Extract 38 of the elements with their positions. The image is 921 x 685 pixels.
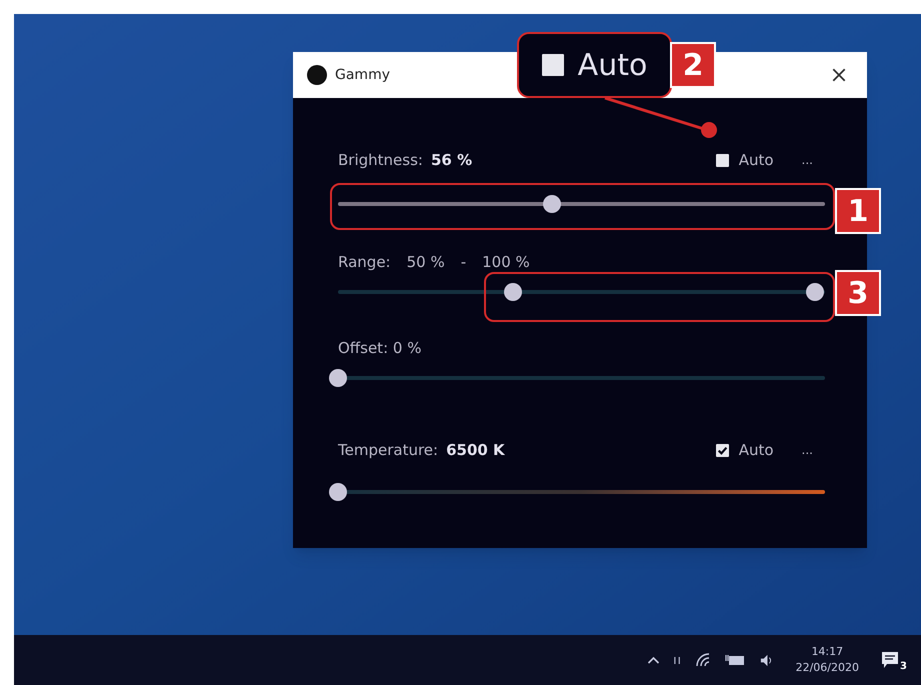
input-indicator-icon[interactable] bbox=[674, 656, 681, 664]
more-button[interactable]: ... bbox=[802, 151, 813, 169]
slider-thumb[interactable] bbox=[329, 483, 347, 501]
app-logo-icon bbox=[307, 65, 327, 85]
notification-button[interactable]: 3 bbox=[881, 648, 907, 672]
message-icon bbox=[881, 651, 899, 669]
temperature-label: Temperature: bbox=[338, 440, 438, 461]
slider-thumb[interactable] bbox=[806, 283, 824, 301]
brightness-value: 56 % bbox=[430, 150, 472, 171]
auto-label: Auto bbox=[578, 46, 648, 84]
notification-count: 3 bbox=[900, 660, 907, 674]
clock-date[interactable]: 22/06/2020 bbox=[796, 660, 859, 676]
auto-label: Auto bbox=[738, 150, 774, 171]
slider-thumb[interactable] bbox=[504, 283, 522, 301]
close-icon[interactable] bbox=[831, 67, 847, 83]
range-separator: - bbox=[460, 252, 466, 273]
checkbox[interactable] bbox=[542, 54, 564, 76]
chevron-up-icon[interactable] bbox=[646, 656, 660, 664]
callout-number: 2 bbox=[670, 42, 716, 88]
checkbox[interactable] bbox=[716, 444, 729, 456]
slider-thumb[interactable] bbox=[543, 195, 562, 213]
wifi-icon[interactable] bbox=[694, 652, 711, 668]
brightness-label: Brightness: bbox=[338, 150, 423, 171]
clock-time[interactable]: 14:17 bbox=[811, 644, 844, 660]
auto-label: Auto bbox=[738, 440, 774, 461]
callout-number: 1 bbox=[835, 188, 881, 234]
callout-number: 3 bbox=[835, 270, 881, 316]
battery-icon[interactable] bbox=[724, 653, 745, 667]
offset-label: Offset: 0 % bbox=[338, 338, 422, 359]
slider-thumb[interactable] bbox=[329, 369, 347, 387]
more-button[interactable]: ... bbox=[802, 441, 813, 459]
range-low-value: 50 % bbox=[406, 252, 445, 273]
range-label: Range: bbox=[338, 252, 391, 273]
temperature-value: 6500 K bbox=[446, 440, 505, 461]
window-title: Gammy bbox=[335, 66, 390, 84]
range-high-value: 100 % bbox=[482, 252, 530, 273]
speaker-icon[interactable] bbox=[758, 652, 774, 668]
checkbox[interactable] bbox=[716, 154, 729, 166]
